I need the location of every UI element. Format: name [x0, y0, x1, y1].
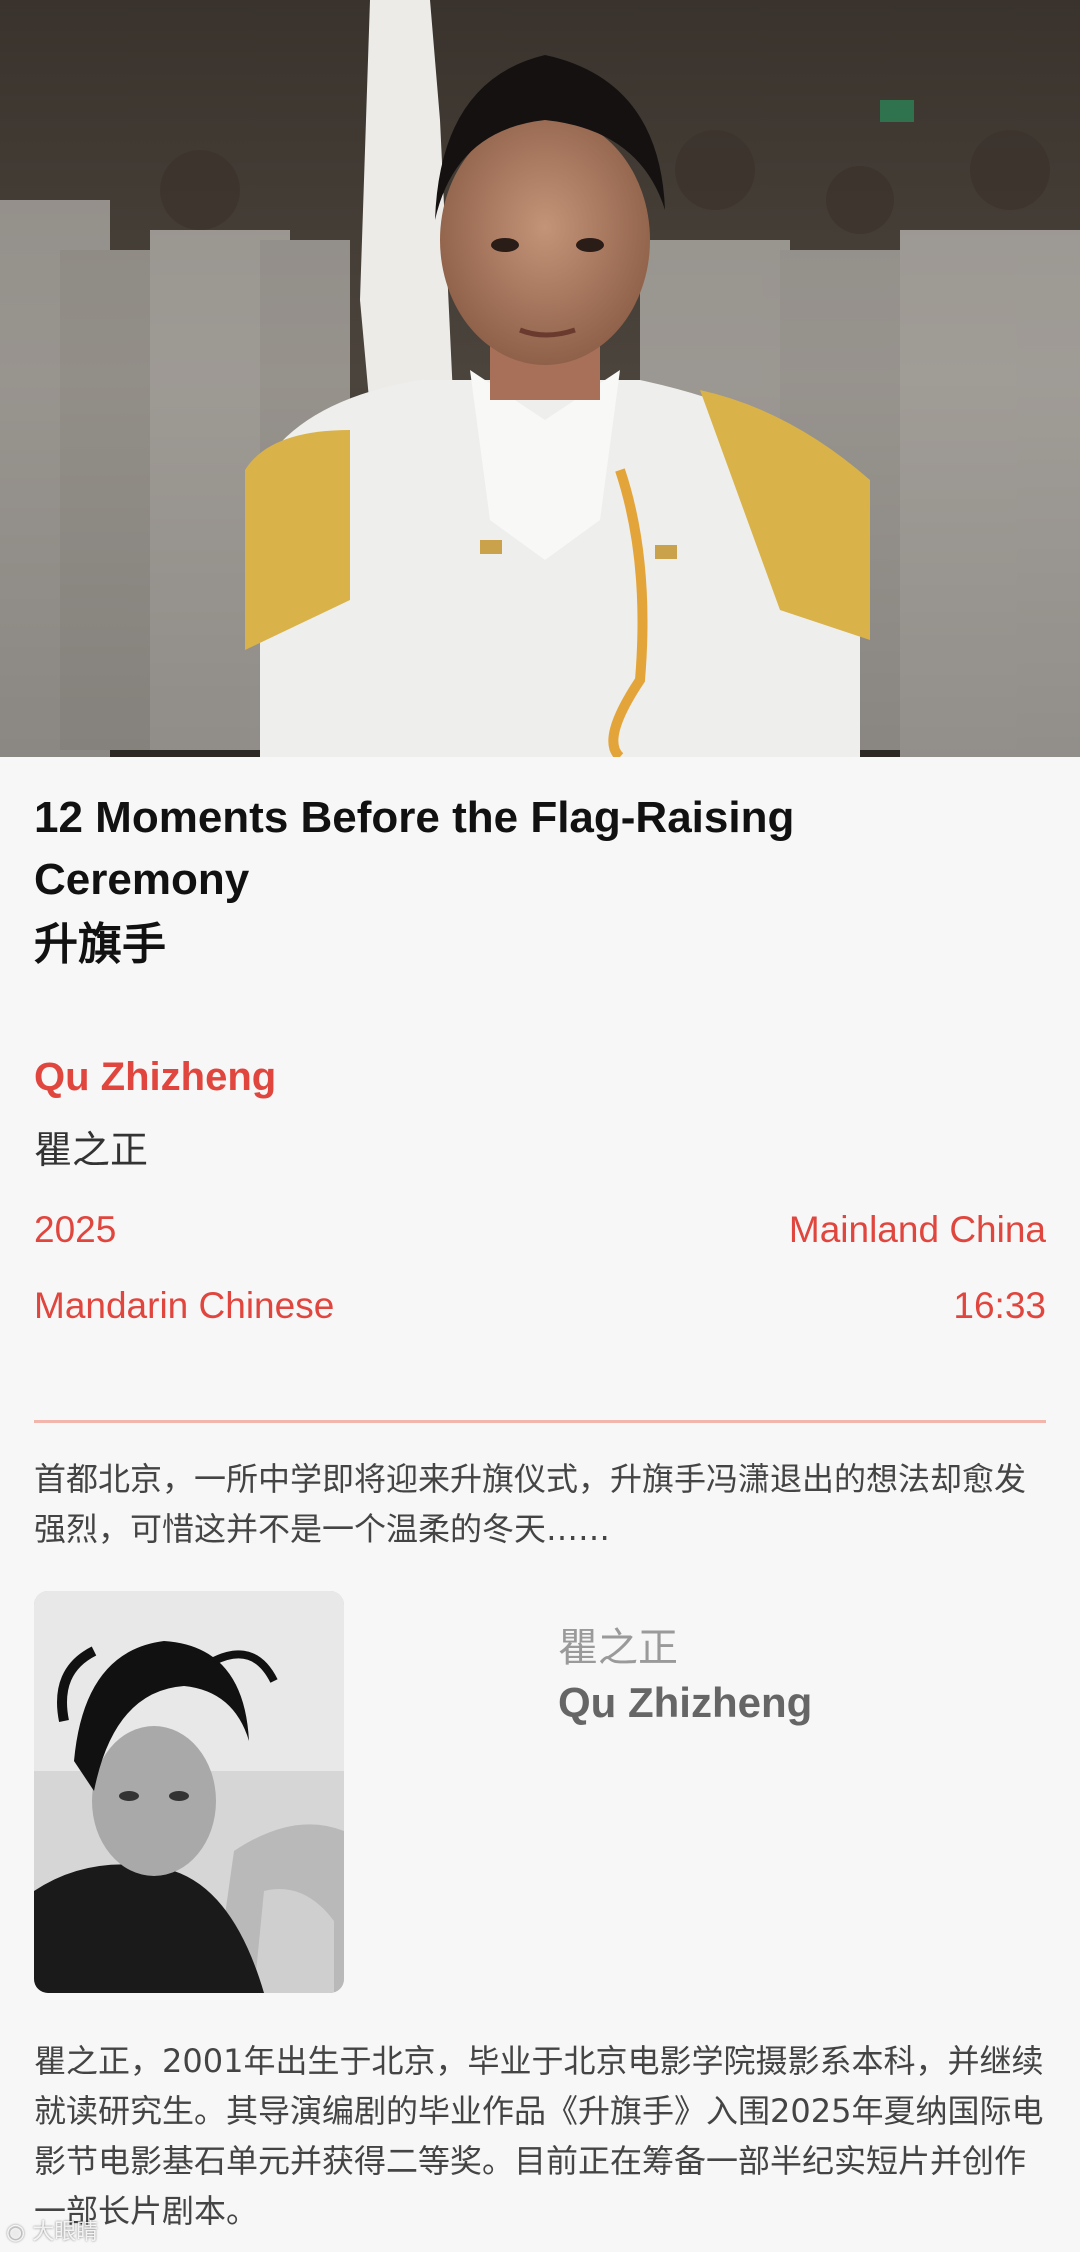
eye-icon: ◉	[6, 2220, 26, 2245]
film-synopsis: 首都北京，一所中学即将迎来升旗仪式，升旗手冯潇退出的想法却愈发强烈，可惜这并不是…	[34, 1460, 1027, 1548]
film-language: Mandarin Chinese	[34, 1285, 335, 1326]
watermark-logo: ◉ 大眼睛	[6, 2214, 98, 2246]
bio-name-english: Qu Zhizheng	[558, 1679, 813, 1726]
director-biography: 瞿之正，2001年出生于北京，毕业于北京电影学院摄影系本科，并继续就读研究生。其…	[34, 2042, 1044, 2230]
meta-row-language-duration: Mandarin Chinese 16:33	[34, 1285, 1046, 1335]
director-name-chinese: 瞿之正	[34, 1128, 149, 1172]
film-year: 2025	[34, 1209, 117, 1250]
film-still-image	[0, 0, 1080, 757]
film-duration: 16:33	[953, 1285, 1046, 1326]
section-divider	[34, 1420, 1046, 1423]
film-title-chinese: 升旗手	[34, 919, 166, 970]
director-portrait-photo	[34, 1591, 344, 1993]
watermark-text: 大眼睛	[32, 2220, 99, 2245]
meta-row-year-region: 2025 Mainland China	[34, 1209, 1046, 1259]
director-name-english[interactable]: Qu Zhizheng	[34, 1055, 276, 1100]
film-title-english: 12 Moments Before the Flag-Raising Cerem…	[34, 793, 795, 904]
hero-film-still	[0, 0, 1080, 757]
director-portrait-image	[34, 1591, 344, 1993]
bio-name-chinese: 瞿之正	[558, 1625, 678, 1671]
film-region: Mainland China	[788, 1209, 1046, 1250]
